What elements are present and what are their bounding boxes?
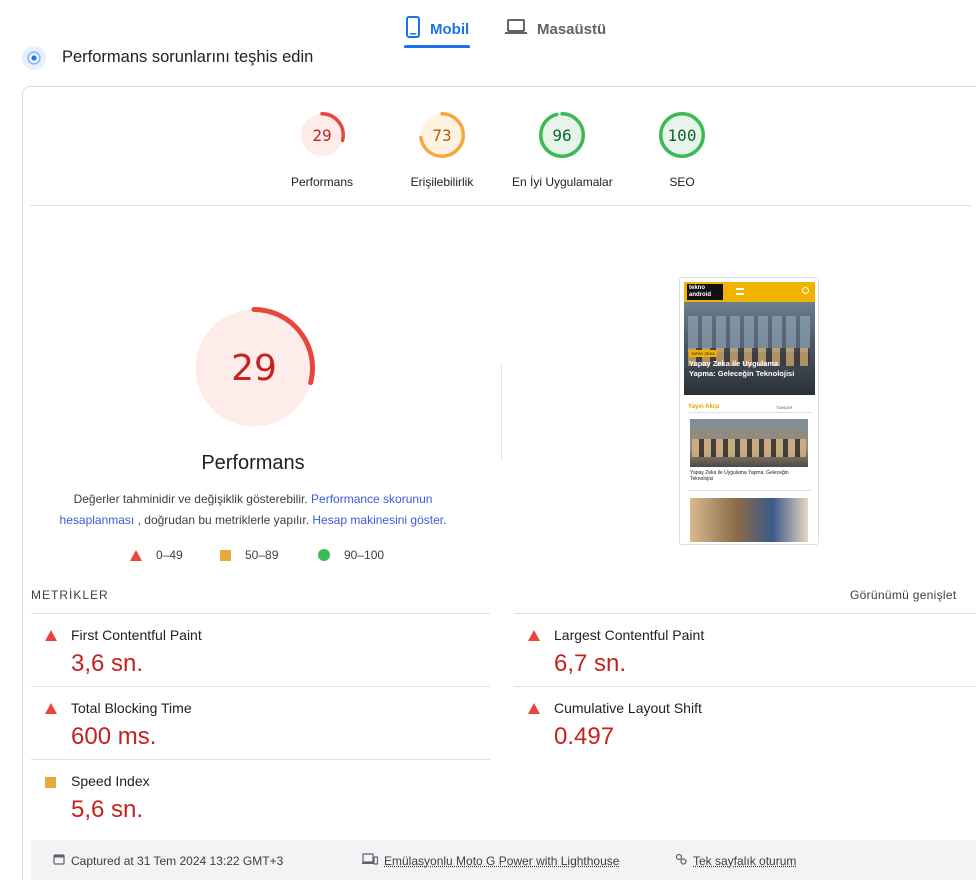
triangle-icon (130, 549, 142, 561)
metric-name: Speed Index (71, 773, 150, 789)
legend-average: 50–89 (220, 548, 278, 562)
performance-title: Performans (201, 452, 305, 474)
logo-text: tekno (689, 285, 706, 291)
category-label: SEO (669, 175, 695, 189)
metric-fcp: First Contentful Paint 3,6 sn. (31, 613, 490, 686)
metric-value: 3,6 sn. (71, 650, 144, 677)
category-label: Performans (290, 175, 354, 189)
metric-name: Largest Contentful Paint (554, 627, 705, 643)
category-label: Erişilebilirlik (410, 175, 474, 189)
legend-label: 50–89 (245, 548, 279, 562)
category-score: 29 (312, 125, 332, 145)
runtime-settings: Captured at 31 Tem 2024 13:22 GMT+3 Emül… (31, 840, 976, 880)
metric-value: 0.497 (554, 723, 615, 750)
legend-pass: 90–100 (318, 548, 384, 562)
laptop-icon (505, 19, 527, 39)
device-text: Emülasyonlu Moto G Power with Lighthouse (384, 853, 620, 868)
category-best-practices[interactable]: 96 En İyi Uygulamalar (512, 111, 613, 189)
feed-title: Yayın Akışı (688, 404, 720, 410)
fail-triangle-icon (45, 703, 57, 714)
hero-image: YAPAY ZEKA Yapay Zeka ile Uygulama Yapma… (684, 302, 815, 395)
metric-name: First Contentful Paint (71, 627, 202, 643)
category-performance[interactable]: 29 Performans (272, 111, 372, 189)
hero-photo (688, 316, 810, 352)
site-header: tekno android (684, 282, 815, 302)
final-screenshot[interactable]: tekno android YAPAY ZEKA Yapay Zeka ile … (679, 277, 819, 545)
metric-name: Cumulative Layout Shift (554, 700, 702, 716)
smartphone-icon (406, 16, 420, 42)
desc-text: , doğrudan bu metriklerle yapılır. (137, 513, 310, 527)
desc-text: . (443, 513, 447, 527)
average-square-icon (45, 777, 56, 788)
metrics-heading: METRİKLER (31, 588, 109, 602)
tab-mobile-label: Mobil (430, 20, 470, 38)
session-icon (675, 853, 687, 868)
square-icon (220, 549, 231, 561)
expand-view-toggle[interactable]: Görünümü genişlet (850, 588, 957, 602)
fail-triangle-icon (528, 630, 540, 641)
metric-lcp: Largest Contentful Paint 6,7 sn. (514, 613, 976, 686)
feed-card-image (690, 419, 808, 467)
category-seo[interactable]: 100 SEO (632, 111, 732, 189)
feed-card-photo (692, 439, 806, 457)
performance-big-gauge: 29 (192, 306, 316, 430)
active-tab-indicator (404, 45, 470, 48)
divider (688, 412, 812, 413)
performance-diagnose-icon (22, 46, 46, 70)
tab-desktop[interactable]: Masaüstü (505, 10, 606, 48)
fail-triangle-icon (528, 703, 540, 714)
captured-text: Captured at 31 Tem 2024 13:22 GMT+3 (71, 853, 284, 868)
metric-name: Total Blocking Time (71, 700, 192, 716)
performance-description: Değerler tahminidir ve değişiklik göster… (52, 489, 454, 531)
metric-value: 600 ms. (71, 723, 157, 750)
category-score: 96 (552, 125, 572, 145)
show-calculator-link[interactable]: Hesap makinesini göster (312, 513, 443, 527)
metric-value: 6,7 sn. (554, 650, 627, 677)
category-label: En İyi Uygulamalar (512, 175, 613, 189)
desc-text: Değerler tahminidir ve değişiklik göster… (73, 492, 308, 506)
vertical-divider (501, 365, 502, 460)
category-score: 100 (667, 125, 697, 145)
legend-label: 0–49 (156, 548, 183, 562)
legend-label: 90–100 (344, 548, 385, 562)
legend-fail: 0–49 (130, 548, 183, 562)
metric-tbt: Total Blocking Time 600 ms. (31, 686, 490, 759)
session-text: Tek sayfalık oturum (693, 853, 797, 868)
session-type[interactable]: Tek sayfalık oturum (675, 853, 796, 868)
captured-at: Captured at 31 Tem 2024 13:22 GMT+3 (53, 853, 283, 868)
tab-desktop-label: Masaüstü (537, 20, 607, 38)
tab-mobile[interactable]: Mobil (406, 10, 469, 48)
divider (30, 205, 972, 206)
site-logo: tekno android (687, 284, 723, 300)
performance-big-score: 29 (231, 347, 277, 389)
metric-speed-index: Speed Index 5,6 sn. (31, 759, 490, 832)
hero-badge: YAPAY ZEKA (689, 350, 717, 357)
logo-text: android (689, 292, 711, 298)
metric-cls: Cumulative Layout Shift 0.497 (514, 686, 976, 759)
category-score: 73 (432, 125, 452, 145)
feed-card-title: Yapay Zeka ile Uygulama Yapma: Geleceğin… (690, 470, 789, 482)
metric-value: 5,6 sn. (71, 796, 144, 823)
calendar-icon (53, 853, 65, 868)
feed-filter: TÜMLER (776, 405, 793, 410)
search-icon (802, 287, 809, 294)
diagnose-title: Performans sorunlarını teşhis edin (62, 48, 314, 66)
category-accessibility[interactable]: 73 Erişilebilirlik (392, 111, 492, 189)
fail-triangle-icon (45, 630, 57, 641)
circle-icon (318, 549, 330, 561)
devices-icon (362, 853, 379, 868)
feed-card-image (690, 498, 808, 542)
divider (688, 490, 812, 491)
emulated-device[interactable]: Emülasyonlu Moto G Power with Lighthouse (362, 853, 619, 868)
hero-title: Yapay Zeka ile Uygulama Yapma: Geleceğin… (689, 359, 795, 378)
menu-icon (736, 288, 744, 295)
